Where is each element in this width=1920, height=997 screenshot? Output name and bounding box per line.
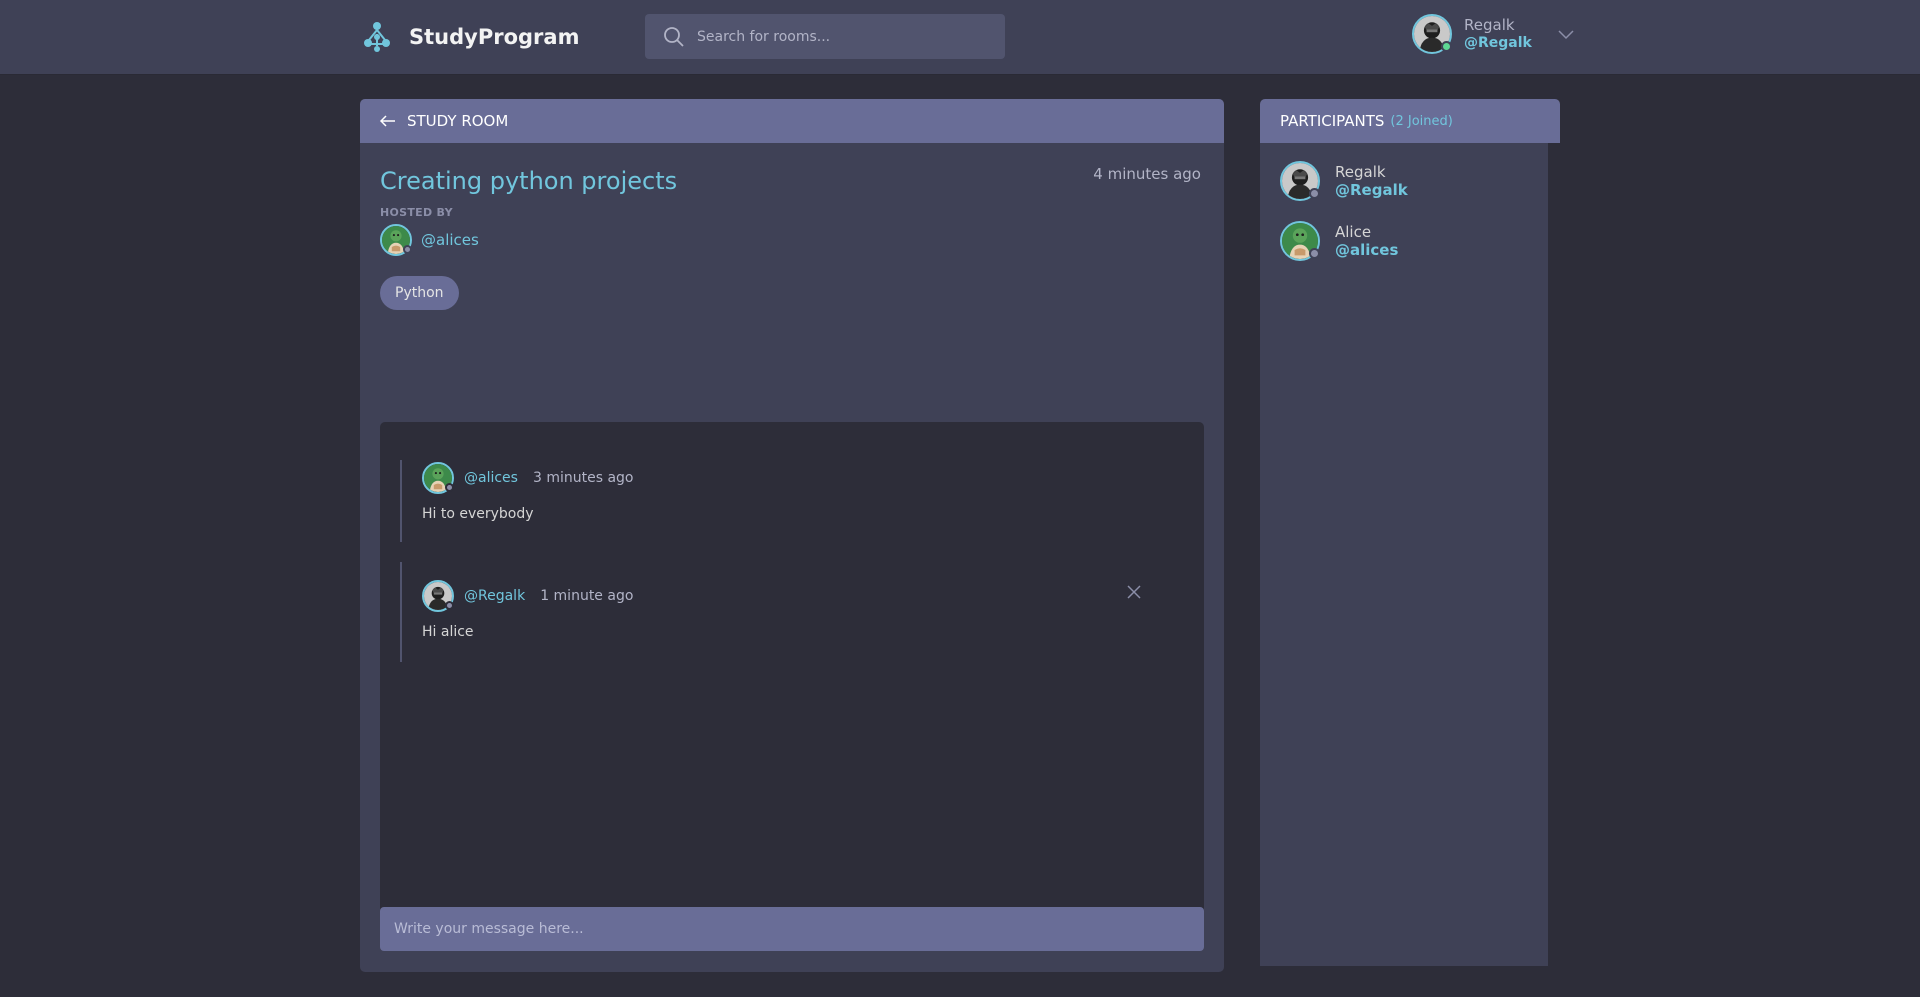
- search-bar[interactable]: [645, 14, 1005, 59]
- participants-header: PARTICIPANTS (2 Joined): [1260, 99, 1560, 143]
- participants-count: (2 Joined): [1390, 113, 1453, 129]
- room-section-label: STUDY ROOM: [407, 112, 509, 130]
- message-item: @alices 3 minutes ago Hi to everybody: [400, 460, 1180, 542]
- participant-name: Regalk: [1335, 163, 1386, 181]
- participant-avatar[interactable]: [1280, 161, 1320, 201]
- participants-panel: PARTICIPANTS (2 Joined) Regalk @Regalk A…: [1260, 99, 1560, 966]
- logo[interactable]: StudyProgram: [360, 20, 579, 54]
- message-input[interactable]: [392, 920, 1172, 938]
- participant-item[interactable]: Alice @alices: [1280, 221, 1398, 261]
- message-author-avatar[interactable]: [422, 580, 454, 612]
- offline-status-dot: [1309, 248, 1320, 259]
- top-navbar: StudyProgram Regalk @Regalk: [0, 0, 1920, 75]
- message-body: Hi to everybody: [422, 506, 534, 522]
- message-composer[interactable]: [380, 907, 1204, 951]
- online-status-dot: [1441, 41, 1452, 52]
- user-menu[interactable]: Regalk @Regalk: [1412, 14, 1575, 54]
- participant-item[interactable]: Regalk @Regalk: [1280, 161, 1408, 201]
- message-item: @Regalk 1 minute ago Hi alice: [400, 562, 1180, 662]
- message-time: 3 minutes ago: [532, 470, 634, 486]
- conversation-thread: @alices 3 minutes ago Hi to everybody @R…: [380, 422, 1204, 942]
- message-author-avatar[interactable]: [422, 462, 454, 494]
- search-input[interactable]: [695, 27, 975, 46]
- back-arrow-icon[interactable]: [379, 112, 397, 130]
- participant-handle[interactable]: @alices: [1335, 241, 1398, 259]
- message-time: 1 minute ago: [540, 588, 634, 604]
- room-host[interactable]: @alices: [380, 224, 479, 256]
- room-header: STUDY ROOM: [360, 99, 1224, 143]
- offline-status-dot: [445, 601, 454, 610]
- room-title: Creating python projects: [380, 167, 678, 195]
- room-created-time: 4 minutes ago: [1093, 165, 1201, 183]
- offline-status-dot: [1309, 188, 1320, 199]
- message-author-handle[interactable]: @Regalk: [464, 588, 525, 604]
- topic-badge[interactable]: Python: [380, 276, 459, 310]
- message-author-handle[interactable]: @alices: [464, 470, 518, 486]
- message-body: Hi alice: [422, 624, 474, 640]
- user-avatar[interactable]: [1412, 14, 1452, 54]
- offline-status-dot: [445, 483, 454, 492]
- user-name: Regalk: [1464, 16, 1515, 34]
- search-icon: [664, 26, 684, 47]
- room-panel: STUDY ROOM Creating python projects 4 mi…: [360, 99, 1224, 972]
- participants-title: PARTICIPANTS: [1280, 112, 1385, 130]
- offline-status-dot: [403, 245, 412, 254]
- hosted-by-label: HOSTED BY: [380, 206, 453, 219]
- participant-avatar[interactable]: [1280, 221, 1320, 261]
- app-name: StudyProgram: [409, 25, 580, 49]
- participants-list: Regalk @Regalk Alice @alices: [1260, 143, 1548, 966]
- participant-name: Alice: [1335, 223, 1372, 241]
- logo-icon: [364, 22, 390, 52]
- participant-handle[interactable]: @Regalk: [1335, 181, 1408, 199]
- delete-message-icon[interactable]: [1126, 584, 1142, 600]
- host-handle[interactable]: @alices: [421, 231, 479, 249]
- host-avatar[interactable]: [380, 224, 412, 256]
- user-handle: @Regalk: [1464, 35, 1532, 51]
- chevron-down-icon[interactable]: [1557, 25, 1575, 43]
